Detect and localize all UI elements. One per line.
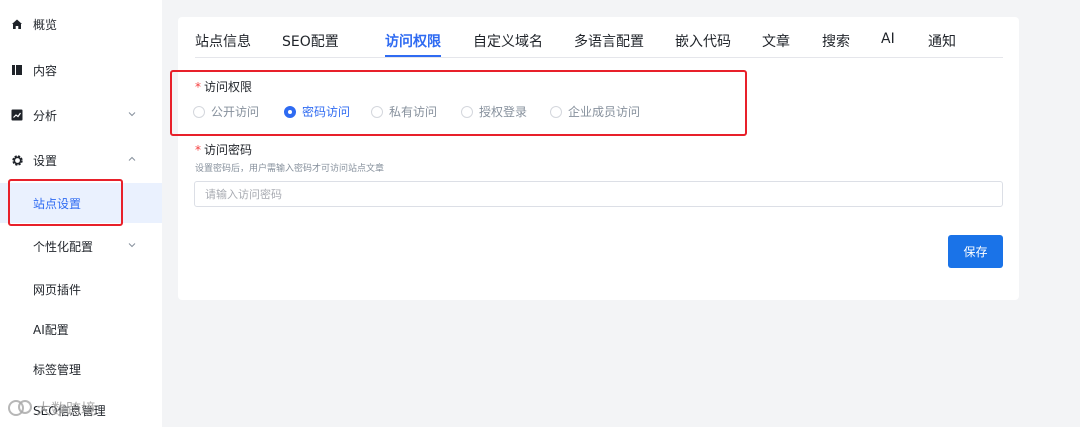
chevron-up-icon (126, 153, 138, 165)
sidebar-item-label: 站点设置 (33, 196, 82, 211)
password-label: * 访问密码 (195, 143, 253, 157)
sidebar: 概览 内容 分析 设置 站点设置 个性化配置 网页插件 AI配置 标签管理 SE… (0, 0, 162, 427)
sidebar-item-label: 标签管理 (33, 362, 82, 377)
sidebar-item-label: 个性化配置 (33, 239, 94, 254)
save-button[interactable]: 保存 (948, 235, 1003, 268)
tab-multilingual[interactable]: 多语言配置 (574, 31, 644, 51)
sidebar-item-content[interactable]: 内容 (0, 50, 162, 90)
sidebar-item-label: 分析 (33, 108, 58, 123)
tab-site-info[interactable]: 站点信息 (195, 31, 251, 51)
tab-search[interactable]: 搜索 (822, 31, 850, 51)
book-icon (10, 63, 24, 77)
sidebar-item-tag-management[interactable]: 标签管理 (0, 349, 162, 389)
watermark: 大数跨境 (8, 394, 96, 422)
sidebar-item-label: 概览 (33, 17, 58, 32)
tab-custom-domain[interactable]: 自定义域名 (473, 31, 543, 51)
tab-access[interactable]: 访问权限 (385, 31, 441, 51)
radio-public[interactable]: 公开访问 (193, 103, 259, 120)
sidebar-item-analysis[interactable]: 分析 (0, 95, 162, 135)
radio-enterprise-member[interactable]: 企业成员访问 (550, 103, 640, 120)
sidebar-item-label: 设置 (33, 153, 58, 168)
radio-private[interactable]: 私有访问 (371, 103, 437, 120)
sidebar-item-web-plugins[interactable]: 网页插件 (0, 269, 162, 309)
tab-embed-code[interactable]: 嵌入代码 (675, 31, 731, 51)
radio-authorized-login[interactable]: 授权登录 (461, 103, 527, 120)
home-icon (10, 17, 24, 31)
radio-circle (371, 105, 383, 118)
password-input[interactable] (194, 181, 1003, 207)
required-mark: * (195, 143, 201, 157)
watermark-logo-icon (8, 397, 34, 419)
tab-articles[interactable]: 文章 (762, 31, 790, 51)
chevron-down-icon (126, 239, 138, 251)
radio-circle (193, 105, 205, 118)
sidebar-item-personalization[interactable]: 个性化配置 (0, 226, 162, 266)
sidebar-item-overview[interactable]: 概览 (0, 4, 162, 44)
required-mark: * (195, 80, 201, 94)
tab-seo[interactable]: SEO配置 (282, 31, 339, 51)
radio-circle (461, 105, 473, 118)
sidebar-item-ai-config[interactable]: AI配置 (0, 309, 162, 349)
sidebar-item-label: 内容 (33, 63, 58, 78)
sidebar-item-label: 网页插件 (33, 282, 82, 297)
access-label: * 访问权限 (195, 80, 253, 94)
sidebar-item-label: AI配置 (33, 322, 69, 337)
radio-password[interactable]: 密码访问 (284, 103, 350, 120)
tab-ai[interactable]: AI (881, 31, 895, 47)
password-hint: 设置密码后，用户需输入密码才可访问站点文章 (195, 164, 385, 174)
gear-icon (10, 153, 24, 167)
sidebar-item-site-settings[interactable]: 站点设置 (0, 183, 162, 223)
settings-card: 站点信息 SEO配置 访问权限 自定义域名 多语言配置 嵌入代码 文章 搜索 A… (178, 17, 1019, 300)
active-tab-indicator (385, 55, 441, 57)
chart-icon (10, 108, 24, 122)
radio-circle (284, 105, 296, 118)
sidebar-item-settings[interactable]: 设置 (0, 140, 162, 180)
tab-bar: 站点信息 SEO配置 访问权限 自定义域名 多语言配置 嵌入代码 文章 搜索 A… (195, 17, 1003, 58)
chevron-down-icon (126, 108, 138, 120)
tab-notifications[interactable]: 通知 (928, 31, 956, 51)
radio-circle (550, 105, 562, 118)
